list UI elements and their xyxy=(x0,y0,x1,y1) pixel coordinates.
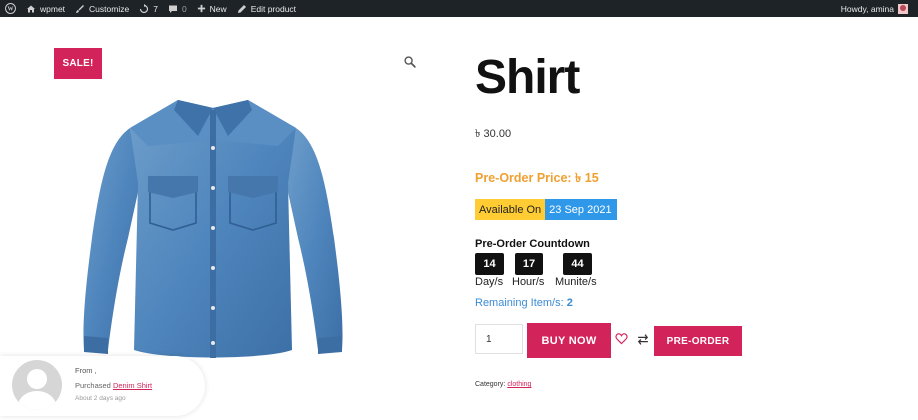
pencil-icon xyxy=(237,4,246,13)
site-name-link[interactable]: wpmet xyxy=(21,0,70,17)
remaining-items: Remaining Item/s: 2 xyxy=(475,297,573,309)
category-link[interactable]: clothing xyxy=(507,381,531,388)
availability-badge: Available On 23 Sep 2021 xyxy=(475,199,617,220)
new-content-link[interactable]: New xyxy=(192,0,232,17)
edit-product-link[interactable]: Edit product xyxy=(232,0,301,17)
user-avatar xyxy=(898,3,908,14)
updates-count: 7 xyxy=(153,3,158,14)
comment-icon xyxy=(168,5,177,13)
heart-icon[interactable] xyxy=(615,333,628,345)
comments-count: 0 xyxy=(181,3,187,14)
product-title: Shirt xyxy=(475,51,580,104)
wp-admin-bar: W wpmet Customize 7 0 New Edit product H… xyxy=(0,0,918,17)
edit-product-label: Edit product xyxy=(250,3,297,14)
home-icon xyxy=(27,5,35,12)
quantity-input[interactable]: 1 xyxy=(475,324,523,354)
sale-badge: SALE! xyxy=(54,48,102,79)
wordpress-icon: W xyxy=(5,3,16,14)
plus-icon xyxy=(197,4,205,13)
available-on-label: Available On xyxy=(475,199,546,220)
countdown-days-value: 14 xyxy=(475,253,504,275)
wordpress-menu[interactable]: W xyxy=(0,0,21,17)
comments-link[interactable]: 0 xyxy=(163,0,192,17)
site-name: wpmet xyxy=(40,3,66,14)
notification-time: About 2 days ago xyxy=(75,395,126,402)
countdown-minutes-label: Munite/s xyxy=(555,276,597,288)
brush-icon xyxy=(76,4,85,13)
preorder-price: Pre-Order Price: ৳ 15 xyxy=(475,171,599,185)
product-image[interactable] xyxy=(78,88,348,368)
customize-link[interactable]: Customize xyxy=(70,0,134,17)
countdown-minutes-value: 44 xyxy=(563,253,592,275)
account-menu[interactable]: Howdy, amina xyxy=(841,0,908,17)
updates-link[interactable]: 7 xyxy=(134,0,163,17)
remaining-value: 2 xyxy=(566,297,573,309)
refresh-icon xyxy=(140,3,149,13)
purchased-product-link[interactable]: Denim Shirt xyxy=(113,381,152,390)
notification-purchased: Purchased Denim Shirt xyxy=(75,381,152,390)
countdown-title: Pre-Order Countdown xyxy=(475,238,590,250)
customize-label: Customize xyxy=(89,3,130,14)
pre-order-button[interactable]: PRE-ORDER xyxy=(654,326,742,356)
howdy-label: Howdy, amina xyxy=(840,3,894,14)
svg-text:W: W xyxy=(7,7,13,13)
remaining-label: Remaining Item/s: xyxy=(475,297,564,309)
product-category: Category: clothing xyxy=(475,381,531,388)
new-label: New xyxy=(209,3,227,14)
product-price: ৳ 30.00 xyxy=(475,128,512,140)
countdown-hours-value: 17 xyxy=(515,253,543,275)
purchased-label: Purchased xyxy=(75,381,111,390)
notification-from: From , xyxy=(75,366,97,375)
available-date: 23 Sep 2021 xyxy=(545,199,617,220)
zoom-icon[interactable] xyxy=(403,55,417,69)
category-label: Category: xyxy=(475,381,506,388)
buy-now-button[interactable]: BUY NOW xyxy=(527,323,611,358)
countdown-hours-label: Hour/s xyxy=(512,276,545,288)
customer-avatar-icon xyxy=(12,360,62,410)
compare-icon[interactable] xyxy=(636,333,650,346)
countdown-days-label: Day/s xyxy=(475,276,504,288)
